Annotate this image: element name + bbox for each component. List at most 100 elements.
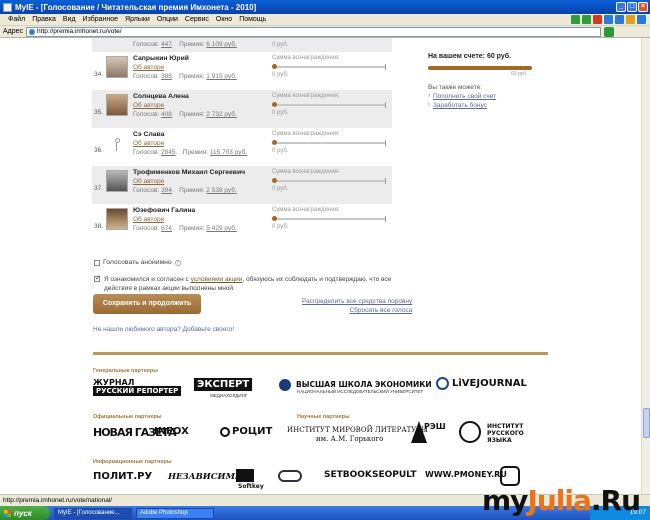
forward-icon[interactable]: [582, 15, 591, 24]
close-icon[interactable]: ×: [638, 2, 648, 12]
candidate-number: 38.: [94, 223, 104, 230]
candidate-row: 36. Сэ Слава Об авторе Голосов: 2845. Пр…: [92, 128, 392, 166]
taskbar-item-photoshop[interactable]: Adobe Photoshop: [136, 507, 214, 519]
partner-logo[interactable]: ВЫСШАЯ ШКОЛА ЭКОНОМИКИ: [296, 380, 432, 389]
slider-knob[interactable]: [272, 140, 277, 145]
no-photo-icon: [106, 132, 128, 154]
prize-link[interactable]: 6 109 руб.: [206, 41, 236, 48]
reset-votes-link[interactable]: Сбросить все голоса: [302, 306, 412, 315]
refresh-icon[interactable]: [604, 15, 613, 24]
partner-logo[interactable]: РУССКИЙ РЕПОРТЕР: [93, 386, 182, 396]
reward-value: 0 руб.: [272, 42, 289, 48]
maximize-icon[interactable]: □: [627, 2, 637, 12]
partner-logo[interactable]: LiVEJOURNAL: [452, 378, 527, 389]
earn-bonus-link[interactable]: Заработать бонус: [433, 101, 487, 110]
general-partners-title: Генеральные партнеры: [93, 368, 158, 374]
window-controls: _ □ ×: [616, 2, 648, 12]
browser-icon: [3, 2, 12, 12]
reward-value: 0 руб.: [272, 186, 289, 192]
address-input[interactable]: http://premia.imhonet.ru/vote/: [26, 26, 602, 37]
partner-logo[interactable]: ЭКСПЕРТ: [194, 378, 253, 391]
reward-slider[interactable]: [272, 178, 386, 184]
menu-window[interactable]: Окно: [216, 16, 232, 23]
votes-link[interactable]: 394: [161, 187, 172, 194]
help-icon[interactable]: ?: [174, 259, 181, 266]
partner-logo[interactable]: INFOX: [154, 426, 189, 437]
go-icon[interactable]: [604, 26, 615, 37]
arrow-icon: ›: [428, 93, 430, 99]
menu-file[interactable]: Файл: [8, 16, 25, 23]
scrollbar-thumb[interactable]: [643, 408, 650, 438]
candidate-row: Голосов: 447. Премия: 6 109 руб. 0 руб.: [92, 38, 392, 52]
minimize-icon[interactable]: _: [616, 2, 626, 12]
partner-logo[interactable]: РОЦИТ: [232, 426, 272, 437]
votes-link[interactable]: 447: [161, 41, 172, 48]
partner-logo[interactable]: ИНСТИТУТ МИРОВОЙ ЛИТЕРАТУРЫ: [287, 426, 428, 434]
slider-knob[interactable]: [272, 216, 277, 221]
candidate-name: Сэ Слава: [133, 131, 165, 138]
reward-slider[interactable]: [272, 102, 386, 108]
menu-edit[interactable]: Правка: [32, 16, 56, 23]
reward-slider[interactable]: [272, 216, 386, 222]
stop-icon[interactable]: [593, 15, 602, 24]
slider-knob[interactable]: [272, 64, 277, 69]
windows-logo-icon: [4, 509, 11, 517]
home-icon[interactable]: [615, 15, 624, 24]
menu-favorites[interactable]: Избранное: [83, 16, 118, 23]
votes-link[interactable]: 408: [161, 111, 172, 118]
reward-slider[interactable]: [272, 64, 386, 70]
save-and-continue-button[interactable]: Сохранить и продолжить: [93, 294, 201, 314]
prize-link[interactable]: 2 538 руб.: [206, 187, 236, 194]
top-up-link[interactable]: Пополнить свой счет: [433, 92, 496, 101]
history-icon[interactable]: [637, 15, 646, 24]
partner-logo[interactable]: WWW.PMONEY.RU: [425, 470, 507, 479]
menu-options[interactable]: Опции: [157, 16, 178, 23]
partner-logo[interactable]: ПОЛИТ.РУ: [93, 471, 152, 482]
candidate-stats: Голосов: 674. Премия: 5 429 руб.: [133, 225, 237, 232]
menu-help[interactable]: Помощь: [239, 16, 266, 23]
reward-slider[interactable]: [272, 140, 386, 146]
candidate-row: 35. Солнцева Алена Об авторе Голосов: 40…: [92, 90, 392, 128]
partner-sublabel: НАЦИОНАЛЬНЫЙ ИССЛЕДОВАТЕЛЬСКИЙ УНИВЕРСИТ…: [297, 389, 424, 394]
prize-link[interactable]: 1 915 руб.: [206, 73, 236, 80]
candidate-row: 38. Юзефович Галина Об авторе Голосов: 6…: [92, 204, 392, 242]
votes-link[interactable]: 2845: [161, 149, 175, 156]
back-icon[interactable]: [571, 15, 580, 24]
terms-link[interactable]: условиями акции: [191, 276, 243, 283]
candidate-list: Голосов: 447. Премия: 6 109 руб. 0 руб. …: [92, 38, 392, 242]
about-author-link[interactable]: Об авторе: [133, 178, 164, 185]
votes-link[interactable]: 674: [161, 225, 172, 232]
partner-logo[interactable]: SETBOOK: [324, 470, 372, 480]
about-author-link[interactable]: Об авторе: [133, 64, 164, 71]
moto-icon: [278, 470, 302, 482]
votes-link[interactable]: 388: [161, 73, 172, 80]
about-author-link[interactable]: Об авторе: [133, 102, 164, 109]
about-author-link[interactable]: Об авторе: [133, 140, 164, 147]
add-author-link[interactable]: Не нашли любимого автора? Добавьте своег…: [93, 326, 234, 333]
start-button[interactable]: пуск: [0, 506, 50, 520]
partner-logo[interactable]: Softkey: [238, 483, 264, 490]
prize-link[interactable]: 115 703 руб.: [210, 149, 247, 156]
slider-knob[interactable]: [272, 178, 277, 183]
partner-logo[interactable]: РЭШ: [424, 422, 446, 431]
page-icon: [29, 28, 36, 35]
address-label: Адрес: [3, 28, 24, 35]
agreement-checkbox[interactable]: [94, 274, 101, 283]
distribute-evenly-link[interactable]: Распределить все средства поровну: [302, 297, 412, 306]
menu-tools[interactable]: Сервис: [185, 16, 209, 23]
prize-link[interactable]: 2 732 руб.: [206, 111, 236, 118]
slider-knob[interactable]: [272, 102, 277, 107]
menu-view[interactable]: Вид: [63, 16, 76, 23]
anonymous-checkbox[interactable]: [94, 259, 100, 266]
partner-logo[interactable]: ИНСТИТУТ РУССКОГО ЯЗЫКА: [487, 423, 537, 444]
also-label: Вы также можете:: [428, 84, 483, 91]
candidate-photo: [106, 208, 128, 230]
candidate-stats: Голосов: 408. Премия: 2 732 руб.: [133, 111, 237, 118]
menu-shortcuts[interactable]: Ярлыки: [125, 16, 150, 23]
partner-logo[interactable]: SEOPULT: [372, 470, 417, 480]
vertical-scrollbar[interactable]: [641, 38, 650, 494]
prize-link[interactable]: 5 429 руб.: [206, 225, 236, 232]
favorites-icon[interactable]: [626, 15, 635, 24]
about-author-link[interactable]: Об авторе: [133, 216, 164, 223]
taskbar-item-browser[interactable]: MyIE - [Голосование...: [54, 507, 132, 519]
